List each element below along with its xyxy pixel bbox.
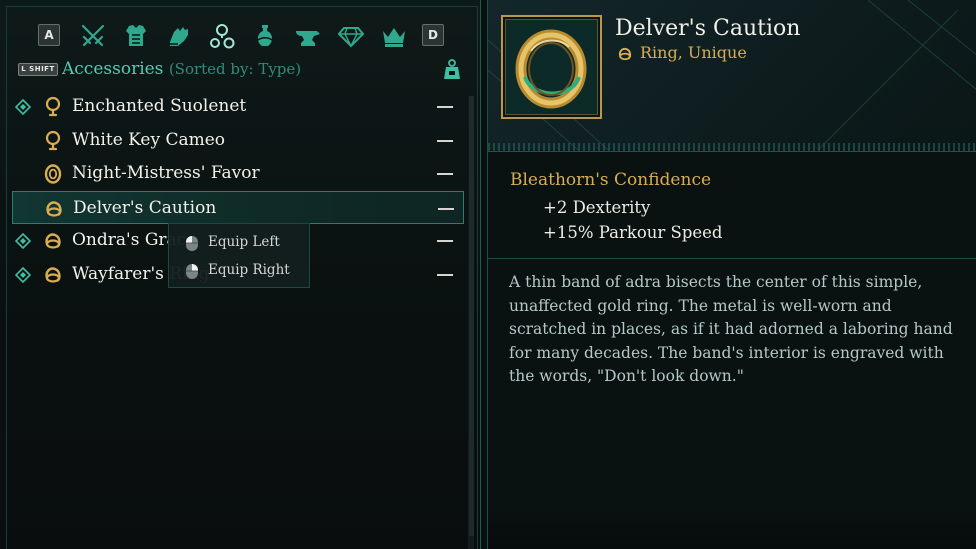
category-header: L SHIFT Accessories (Sorted by: Type) [18,58,468,82]
weight-icon[interactable] [442,58,462,82]
new-diamond-icon [15,233,31,249]
chest-armor-icon [126,25,146,46]
item-detail-panel: Delver's Caution Ring, Unique Bleathorn'… [487,0,976,549]
item-detail-header: Delver's Caution Ring, Unique [488,0,976,150]
ring-icon [45,233,61,249]
potion-icon [257,25,273,46]
item-description: A thin band of adra bisects the center o… [509,273,953,385]
equip-context-menu: Equip Left Equip Right [168,223,310,288]
item-title: Delver's Caution [615,16,801,41]
item-portrait [501,15,602,119]
item-name: White Key Cameo [72,129,226,150]
accessories-icon [210,24,235,49]
ring-icon [45,266,61,283]
item-type: Ring, Unique [640,43,747,62]
tab-consumables[interactable] [250,22,280,50]
amulet-icon [45,130,61,150]
list-item[interactable]: Night-Mistress' Favor [12,157,464,191]
equip-right-option[interactable]: Equip Right [169,256,311,284]
header-divider-line [488,151,976,152]
gold-ring-image [515,29,587,109]
sort-label[interactable]: (Sorted by: Type) [169,60,301,78]
item-name: Enchanted Suolenet [72,96,247,116]
anvil-icon [296,31,320,46]
item-value-placeholder [437,273,453,276]
gauntlet-icon [170,27,188,46]
list-item-selected[interactable]: Delver's Caution [12,190,464,224]
category-name: Accessories [62,59,164,79]
item-value-placeholder [437,139,453,142]
equip-left-label: Equip Left [208,234,280,250]
tab-weapons[interactable] [78,22,108,50]
bottom-fade [488,509,976,549]
crossed-swords-icon [81,24,105,47]
list-scrollbar[interactable] [467,96,474,549]
mouse-right-click-icon [186,264,198,279]
previous-tab-key[interactable]: A [38,24,60,46]
ring-icon [618,47,632,61]
category-tab-bar: A D [38,20,448,50]
scrollbar-thumb[interactable] [469,96,474,536]
item-value-placeholder [437,173,453,175]
equip-right-label: Equip Right [208,262,290,278]
tab-crafting[interactable] [293,22,323,50]
tab-valuables[interactable] [336,22,366,50]
equip-left-option[interactable]: Equip Left [169,228,311,256]
inventory-list-panel: A D L SHIFT Accessories (Sorted by: Type… [0,0,481,549]
item-name: Delver's Caution [73,197,217,218]
ring-icon [46,200,62,217]
section-divider [488,258,976,259]
tab-accessories[interactable] [207,22,237,50]
perk-name: Bleathorn's Confidence [510,170,712,190]
item-value-placeholder [438,207,454,210]
tab-armor[interactable] [121,22,151,50]
list-item[interactable]: White Key Cameo [12,124,464,158]
amulet-icon [45,96,61,117]
stat-line: +2 Dexterity [543,198,651,217]
new-diamond-icon [15,99,31,115]
ring-icon [44,164,62,184]
crown-icon [383,28,405,47]
item-value-placeholder [437,106,453,108]
category-title: Accessories (Sorted by: Type) [62,59,301,79]
item-value-placeholder [437,240,453,242]
list-item[interactable]: Enchanted Suolenet [12,90,464,124]
gem-icon [337,27,365,48]
mouse-left-click-icon [186,236,198,251]
header-divider [488,143,976,151]
tab-quest-items[interactable] [379,22,409,50]
stat-line: +15% Parkour Speed [543,223,723,242]
item-name: Night-Mistress' Favor [72,163,260,183]
tab-gloves[interactable] [164,22,194,50]
sort-key-badge[interactable]: L SHIFT [18,63,58,76]
next-tab-key[interactable]: D [422,24,444,46]
new-diamond-icon [15,266,31,283]
